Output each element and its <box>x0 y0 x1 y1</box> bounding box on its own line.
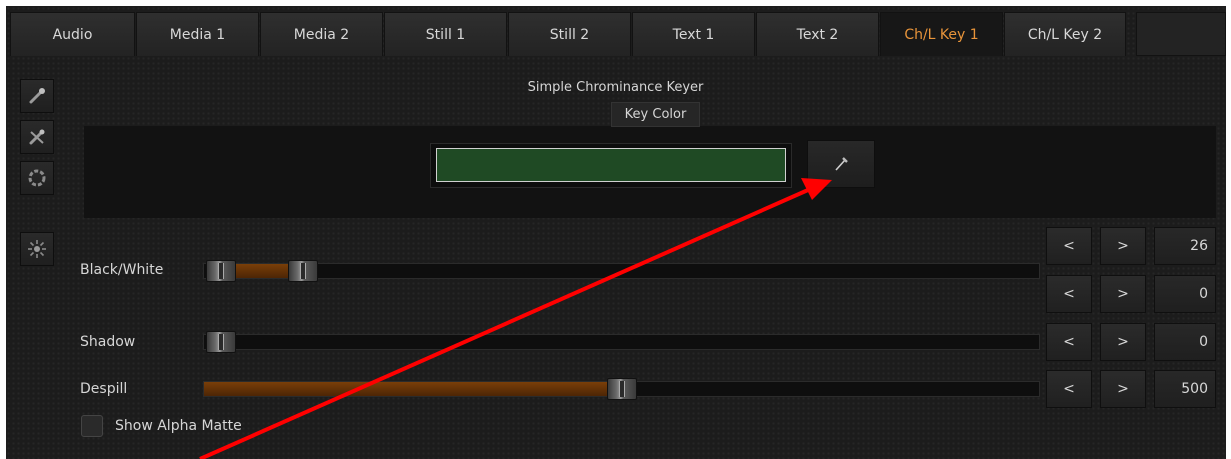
annotation-arrow-icon <box>199 178 832 459</box>
